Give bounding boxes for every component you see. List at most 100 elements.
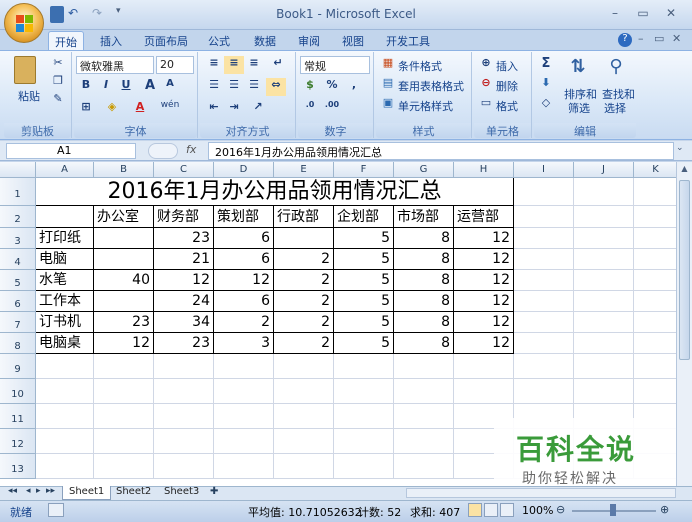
format-cells-button[interactable]: 格式 — [496, 98, 518, 114]
zoom-out-icon[interactable]: ⊖ — [556, 503, 565, 516]
empty-cell[interactable] — [634, 333, 676, 354]
data-cell-g6[interactable]: 8 — [394, 291, 454, 312]
data-cell-b6[interactable] — [94, 291, 154, 312]
empty-cell[interactable] — [514, 228, 574, 249]
sheet-tab-1[interactable]: Sheet1 — [62, 486, 112, 500]
empty-cell[interactable] — [634, 270, 676, 291]
column-header-c[interactable]: C — [154, 162, 214, 178]
merge-center-icon[interactable]: ⇔ — [266, 78, 286, 96]
bold-button[interactable]: B — [76, 78, 96, 96]
empty-cell[interactable] — [394, 454, 454, 479]
data-cell-d5[interactable]: 12 — [214, 270, 274, 291]
sheet-nav-last-icon[interactable]: ▸▸ — [46, 486, 55, 496]
data-cell-a7[interactable]: 订书机 — [36, 312, 94, 333]
empty-cell[interactable] — [514, 312, 574, 333]
data-cell-f7[interactable]: 5 — [334, 312, 394, 333]
empty-cell[interactable] — [394, 429, 454, 454]
data-cell-d6[interactable]: 6 — [214, 291, 274, 312]
font-color-icon[interactable]: A — [130, 100, 150, 118]
empty-cell[interactable] — [634, 312, 676, 333]
empty-cell[interactable] — [214, 429, 274, 454]
tab-data[interactable]: 数据 — [248, 31, 282, 51]
data-cell-c6[interactable]: 24 — [154, 291, 214, 312]
sheet-tab-3[interactable]: Sheet3 — [158, 486, 205, 500]
normal-view-icon[interactable] — [468, 503, 482, 517]
empty-cell[interactable] — [394, 404, 454, 429]
name-box[interactable]: A1 — [6, 143, 136, 159]
tab-developer[interactable]: 开发工具 — [380, 31, 436, 51]
row-header-4[interactable]: 4 — [0, 249, 36, 270]
data-cell-c5[interactable]: 12 — [154, 270, 214, 291]
empty-cell[interactable] — [514, 333, 574, 354]
decrease-indent-icon[interactable]: ⇤ — [204, 100, 224, 118]
data-cell-a8[interactable]: 电脑桌 — [36, 333, 94, 354]
delete-cells-button[interactable]: 删除 — [496, 78, 518, 94]
empty-cell[interactable] — [334, 379, 394, 404]
maximize-button[interactable]: ▭ — [632, 6, 654, 22]
data-cell-d8[interactable]: 3 — [214, 333, 274, 354]
tab-page-layout[interactable]: 页面布局 — [138, 31, 194, 51]
empty-cell[interactable] — [634, 228, 676, 249]
sheet-nav-next-icon[interactable]: ▸ — [36, 486, 41, 496]
data-cell-g7[interactable]: 8 — [394, 312, 454, 333]
empty-cell[interactable] — [36, 454, 94, 479]
tab-insert[interactable]: 插入 — [94, 31, 128, 51]
header-cell-e[interactable]: 行政部 — [274, 206, 334, 228]
header-cell-h[interactable]: 运营部 — [454, 206, 514, 228]
data-cell-g8[interactable]: 8 — [394, 333, 454, 354]
row-header-3[interactable]: 3 — [0, 228, 36, 249]
empty-cell[interactable] — [394, 354, 454, 379]
empty-cell[interactable] — [574, 270, 634, 291]
column-header-g[interactable]: G — [394, 162, 454, 178]
row-header-13[interactable]: 13 — [0, 454, 36, 479]
paste-icon[interactable] — [14, 56, 36, 84]
format-painter-icon[interactable]: ✎ — [48, 92, 68, 110]
data-cell-e5[interactable]: 2 — [274, 270, 334, 291]
empty-cell[interactable] — [154, 454, 214, 479]
align-bottom-icon[interactable]: ≡ — [244, 56, 264, 74]
align-left-icon[interactable]: ☰ — [204, 78, 224, 96]
empty-cell[interactable] — [574, 178, 634, 206]
row-header-5[interactable]: 5 — [0, 270, 36, 291]
row-header-9[interactable]: 9 — [0, 354, 36, 379]
page-break-view-icon[interactable] — [500, 503, 514, 517]
minimize-button[interactable]: – — [604, 6, 626, 22]
empty-cell[interactable] — [334, 354, 394, 379]
zoom-slider-thumb[interactable] — [610, 504, 616, 516]
office-button[interactable] — [4, 3, 44, 43]
row-header-6[interactable]: 6 — [0, 291, 36, 312]
find-select-icon[interactable]: ⚲ — [606, 56, 626, 77]
empty-cell[interactable] — [514, 354, 574, 379]
data-cell-e6[interactable]: 2 — [274, 291, 334, 312]
accounting-format-icon[interactable]: $ — [300, 78, 320, 96]
conditional-format-icon[interactable]: ▦ — [378, 56, 398, 74]
empty-cell[interactable] — [514, 270, 574, 291]
data-cell-h8[interactable]: 12 — [454, 333, 514, 354]
empty-cell[interactable] — [454, 354, 514, 379]
data-cell-e7[interactable]: 2 — [274, 312, 334, 333]
empty-cell[interactable] — [214, 404, 274, 429]
data-cell-g3[interactable]: 8 — [394, 228, 454, 249]
format-cells-icon[interactable]: ▭ — [476, 96, 496, 114]
shrink-font-button[interactable]: A — [160, 78, 180, 96]
data-cell-b3[interactable] — [94, 228, 154, 249]
empty-cell[interactable] — [154, 379, 214, 404]
ribbon-restore-icon[interactable]: ▭ — [654, 32, 664, 45]
data-cell-e3[interactable] — [274, 228, 334, 249]
format-as-table-button[interactable]: 套用表格格式 — [398, 78, 464, 94]
column-header-a[interactable]: A — [36, 162, 94, 178]
data-cell-f6[interactable]: 5 — [334, 291, 394, 312]
header-cell-b[interactable]: 办公室 — [94, 206, 154, 228]
column-header-h[interactable]: H — [454, 162, 514, 178]
empty-cell[interactable] — [574, 249, 634, 270]
paste-button[interactable]: 粘贴 — [18, 88, 40, 104]
empty-cell[interactable] — [514, 249, 574, 270]
page-layout-view-icon[interactable] — [484, 503, 498, 517]
row-header-7[interactable]: 7 — [0, 312, 36, 333]
empty-cell[interactable] — [394, 379, 454, 404]
column-header-f[interactable]: F — [334, 162, 394, 178]
ribbon-minimize-icon[interactable]: – — [638, 32, 644, 45]
increase-indent-icon[interactable]: ⇥ — [224, 100, 244, 118]
empty-cell[interactable] — [574, 206, 634, 228]
filter-label[interactable]: 筛选 — [568, 100, 590, 116]
